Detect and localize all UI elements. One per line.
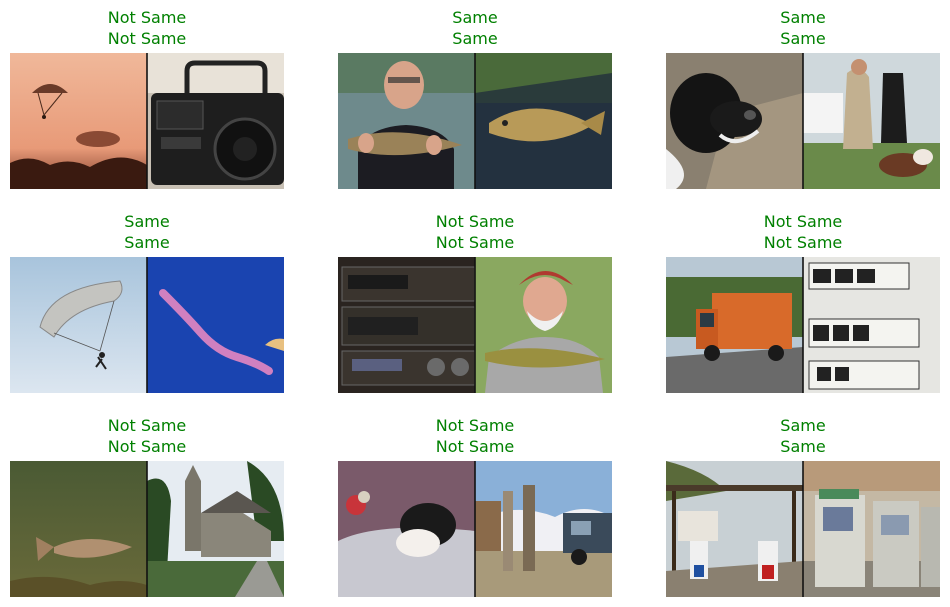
pair-divider: [146, 461, 148, 597]
panel-label: Not Same Not Same: [666, 211, 940, 253]
panel-label: Not Same Not Same: [10, 415, 284, 457]
old-gas-pumps-image: [475, 461, 612, 597]
label-line-1: Not Same: [107, 416, 187, 435]
boombox-image: [147, 53, 284, 189]
image-pair: [10, 461, 284, 597]
label-line-1: Not Same: [107, 8, 187, 27]
panel-label: Not Same Not Same: [10, 7, 284, 49]
label-line-2: Same: [452, 29, 498, 48]
label-line-1: Same: [124, 212, 170, 231]
label-line-1: Same: [452, 8, 498, 27]
label-line-1: Not Same: [435, 416, 515, 435]
image-pair: [338, 257, 612, 393]
panel-label: Not Same Not Same: [338, 211, 612, 253]
image-pair: [10, 53, 284, 189]
church-image: [147, 461, 284, 597]
parachute-smoke-trail-image: [147, 257, 284, 393]
man-holding-fish-image: [338, 53, 475, 189]
pair-divider: [802, 461, 804, 597]
garbage-truck-image: [666, 257, 803, 393]
image-pair: [666, 461, 940, 597]
label-line-2: Same: [124, 233, 170, 252]
panel-label: Same Same: [338, 7, 612, 49]
gas-pump-meter-image: [803, 257, 940, 393]
panel-label: Same Same: [666, 7, 940, 49]
label-line-2: Not Same: [435, 233, 515, 252]
image-pair: [338, 53, 612, 189]
image-pair: [338, 461, 612, 597]
parachute-sky-image: [10, 257, 147, 393]
gas-station-image: [666, 461, 803, 597]
image-pair: [666, 53, 940, 189]
label-line-1: Same: [780, 416, 826, 435]
dog-show-image: [803, 53, 940, 189]
image-pair: [666, 257, 940, 393]
spaniel-dog-image: [666, 53, 803, 189]
image-pair: [10, 257, 284, 393]
pair-divider: [802, 53, 804, 189]
fish-in-net-image: [475, 53, 612, 189]
label-line-2: Same: [780, 29, 826, 48]
panel-label: Same Same: [666, 415, 940, 457]
label-line-1: Not Same: [763, 212, 843, 231]
label-line-1: Same: [780, 8, 826, 27]
pair-divider: [146, 257, 148, 393]
puppy-with-toy-image: [338, 461, 475, 597]
label-line-2: Not Same: [763, 233, 843, 252]
pair-divider: [474, 461, 476, 597]
man-with-fish-image: [475, 257, 612, 393]
panel-label: Same Same: [10, 211, 284, 253]
pair-divider: [802, 257, 804, 393]
label-line-2: Not Same: [107, 437, 187, 456]
label-line-1: Not Same: [435, 212, 515, 231]
pair-divider: [146, 53, 148, 189]
label-line-2: Not Same: [107, 29, 187, 48]
pair-divider: [474, 53, 476, 189]
label-line-2: Same: [780, 437, 826, 456]
panel-label: Not Same Not Same: [338, 415, 612, 457]
parachutes-sunset-image: [10, 53, 147, 189]
pair-divider: [474, 257, 476, 393]
fish-underwater-image: [10, 461, 147, 597]
gas-pumps-closeup-image: [803, 461, 940, 597]
label-line-2: Not Same: [435, 437, 515, 456]
stereo-equipment-image: [338, 257, 475, 393]
